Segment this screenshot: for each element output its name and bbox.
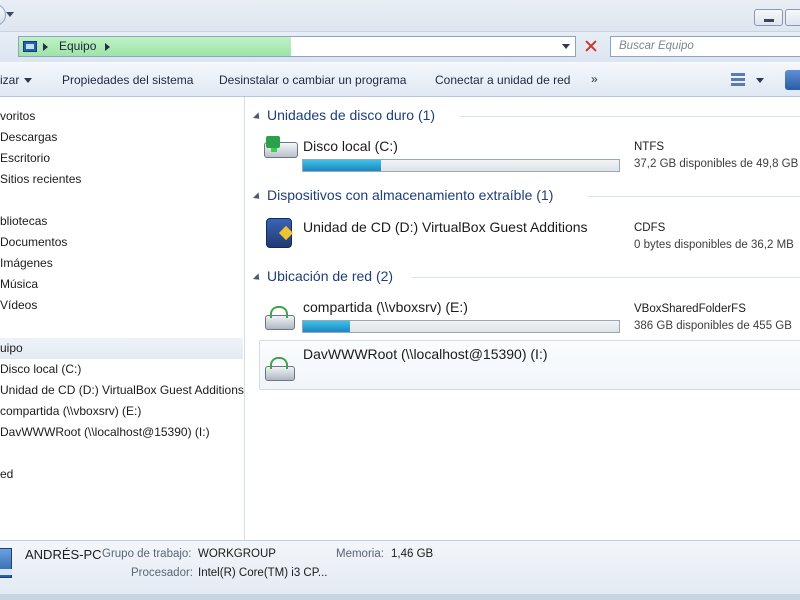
organize-button[interactable]: izar: [0, 73, 33, 87]
preview-pane-button[interactable]: [785, 70, 800, 90]
processor-label: Procesador:: [131, 567, 194, 579]
system-properties-button[interactable]: Propiedades del sistema: [62, 73, 193, 87]
nav-item-documentos[interactable]: Documentos: [0, 232, 67, 253]
recent-pages-chevron-icon[interactable]: [6, 12, 14, 17]
memory-label: Memoria:: [336, 548, 384, 560]
nav-item-sitios-recientes[interactable]: Sitios recientes: [0, 169, 81, 190]
more-commands-button[interactable]: »: [591, 72, 598, 86]
nav-item-red[interactable]: ed: [0, 464, 13, 485]
drive-name: Unidad de CD (D:) VirtualBox Guest Addit…: [303, 219, 588, 235]
memory-value: 1,46 GB: [391, 548, 434, 560]
filesystem-label: VBoxSharedFolderFS: [634, 303, 746, 315]
drive-name: compartida (\\vboxsrv) (E:): [303, 299, 468, 315]
drive-name: Disco local (C:): [303, 138, 398, 154]
network-drive-icon: [265, 306, 295, 330]
workgroup-value: WORKGROUP: [198, 548, 276, 560]
usage-bar-fill: [303, 321, 350, 332]
nav-item-compartida[interactable]: compartida (\\vboxsrv) (E:): [0, 401, 141, 422]
view-options-icon[interactable]: [731, 73, 745, 86]
address-bar[interactable]: Equipo: [18, 36, 576, 57]
windows-flag-icon: [266, 136, 280, 148]
nav-item-musica[interactable]: Música: [0, 274, 38, 295]
computer-icon: [0, 548, 12, 578]
search-input[interactable]: Buscar Equipo: [610, 36, 800, 57]
drive-name: DavWWWRoot (\\localhost@15390) (I:): [303, 346, 548, 362]
free-space-label: 386 GB disponibles de 455 GB: [634, 320, 792, 332]
chevron-down-icon: [24, 78, 33, 84]
nav-item-imagenes[interactable]: Imágenes: [0, 253, 53, 274]
maximize-button[interactable]: [785, 9, 800, 26]
computer-icon: [23, 41, 37, 52]
view-dropdown-icon[interactable]: [756, 78, 764, 83]
usage-bar: [302, 159, 620, 172]
group-divider: [460, 116, 800, 117]
minimize-button[interactable]: [754, 9, 783, 26]
network-drive-icon: [265, 357, 295, 381]
group-divider: [412, 277, 800, 278]
group-divider: [588, 196, 800, 197]
address-dropdown-icon[interactable]: [562, 44, 570, 49]
nav-item-videos[interactable]: Vídeos: [0, 295, 37, 316]
nav-item-equipo[interactable]: uipo: [0, 338, 243, 359]
computer-name: ANDRÉS-PC: [25, 547, 102, 562]
nav-item-davwwwroot[interactable]: DavWWWRoot (\\localhost@15390) (I:): [0, 422, 210, 443]
processor-value: Intel(R) Core(TM) i3 CP...: [198, 567, 328, 579]
free-space-label: 37,2 GB disponibles de 49,8 GB: [634, 158, 799, 170]
map-network-drive-button[interactable]: Conectar a unidad de red: [435, 73, 570, 87]
breadcrumb-arrow-icon[interactable]: [43, 43, 48, 51]
window-bottom-edge: [0, 594, 800, 600]
usage-bar: [302, 320, 620, 333]
nav-item-disco-local[interactable]: Disco local (C:): [0, 359, 81, 380]
nav-item-escritorio[interactable]: Escritorio: [0, 148, 50, 169]
uninstall-program-button[interactable]: Desinstalar o cambiar un programa: [219, 73, 406, 87]
nav-item-descargas[interactable]: Descargas: [0, 127, 57, 148]
usage-bar-fill: [303, 160, 381, 171]
nav-item-unidad-cd[interactable]: Unidad de CD (D:) VirtualBox Guest Addit…: [0, 380, 244, 401]
breadcrumb-arrow-icon[interactable]: [105, 43, 110, 51]
nav-item-bibliotecas[interactable]: bliotecas: [0, 211, 47, 232]
filesystem-label: NTFS: [634, 141, 665, 153]
workgroup-label: Grupo de trabajo:: [102, 548, 192, 560]
stop-icon[interactable]: [580, 37, 602, 56]
cd-drive-icon: [266, 218, 292, 248]
free-space-label: 0 bytes disponibles de 36,2 MB: [634, 239, 794, 251]
filesystem-label: CDFS: [634, 222, 666, 234]
breadcrumb-equipo[interactable]: Equipo: [59, 39, 96, 54]
title-bar: [0, 0, 800, 32]
nav-item-favoritos[interactable]: vоritos: [0, 106, 35, 127]
